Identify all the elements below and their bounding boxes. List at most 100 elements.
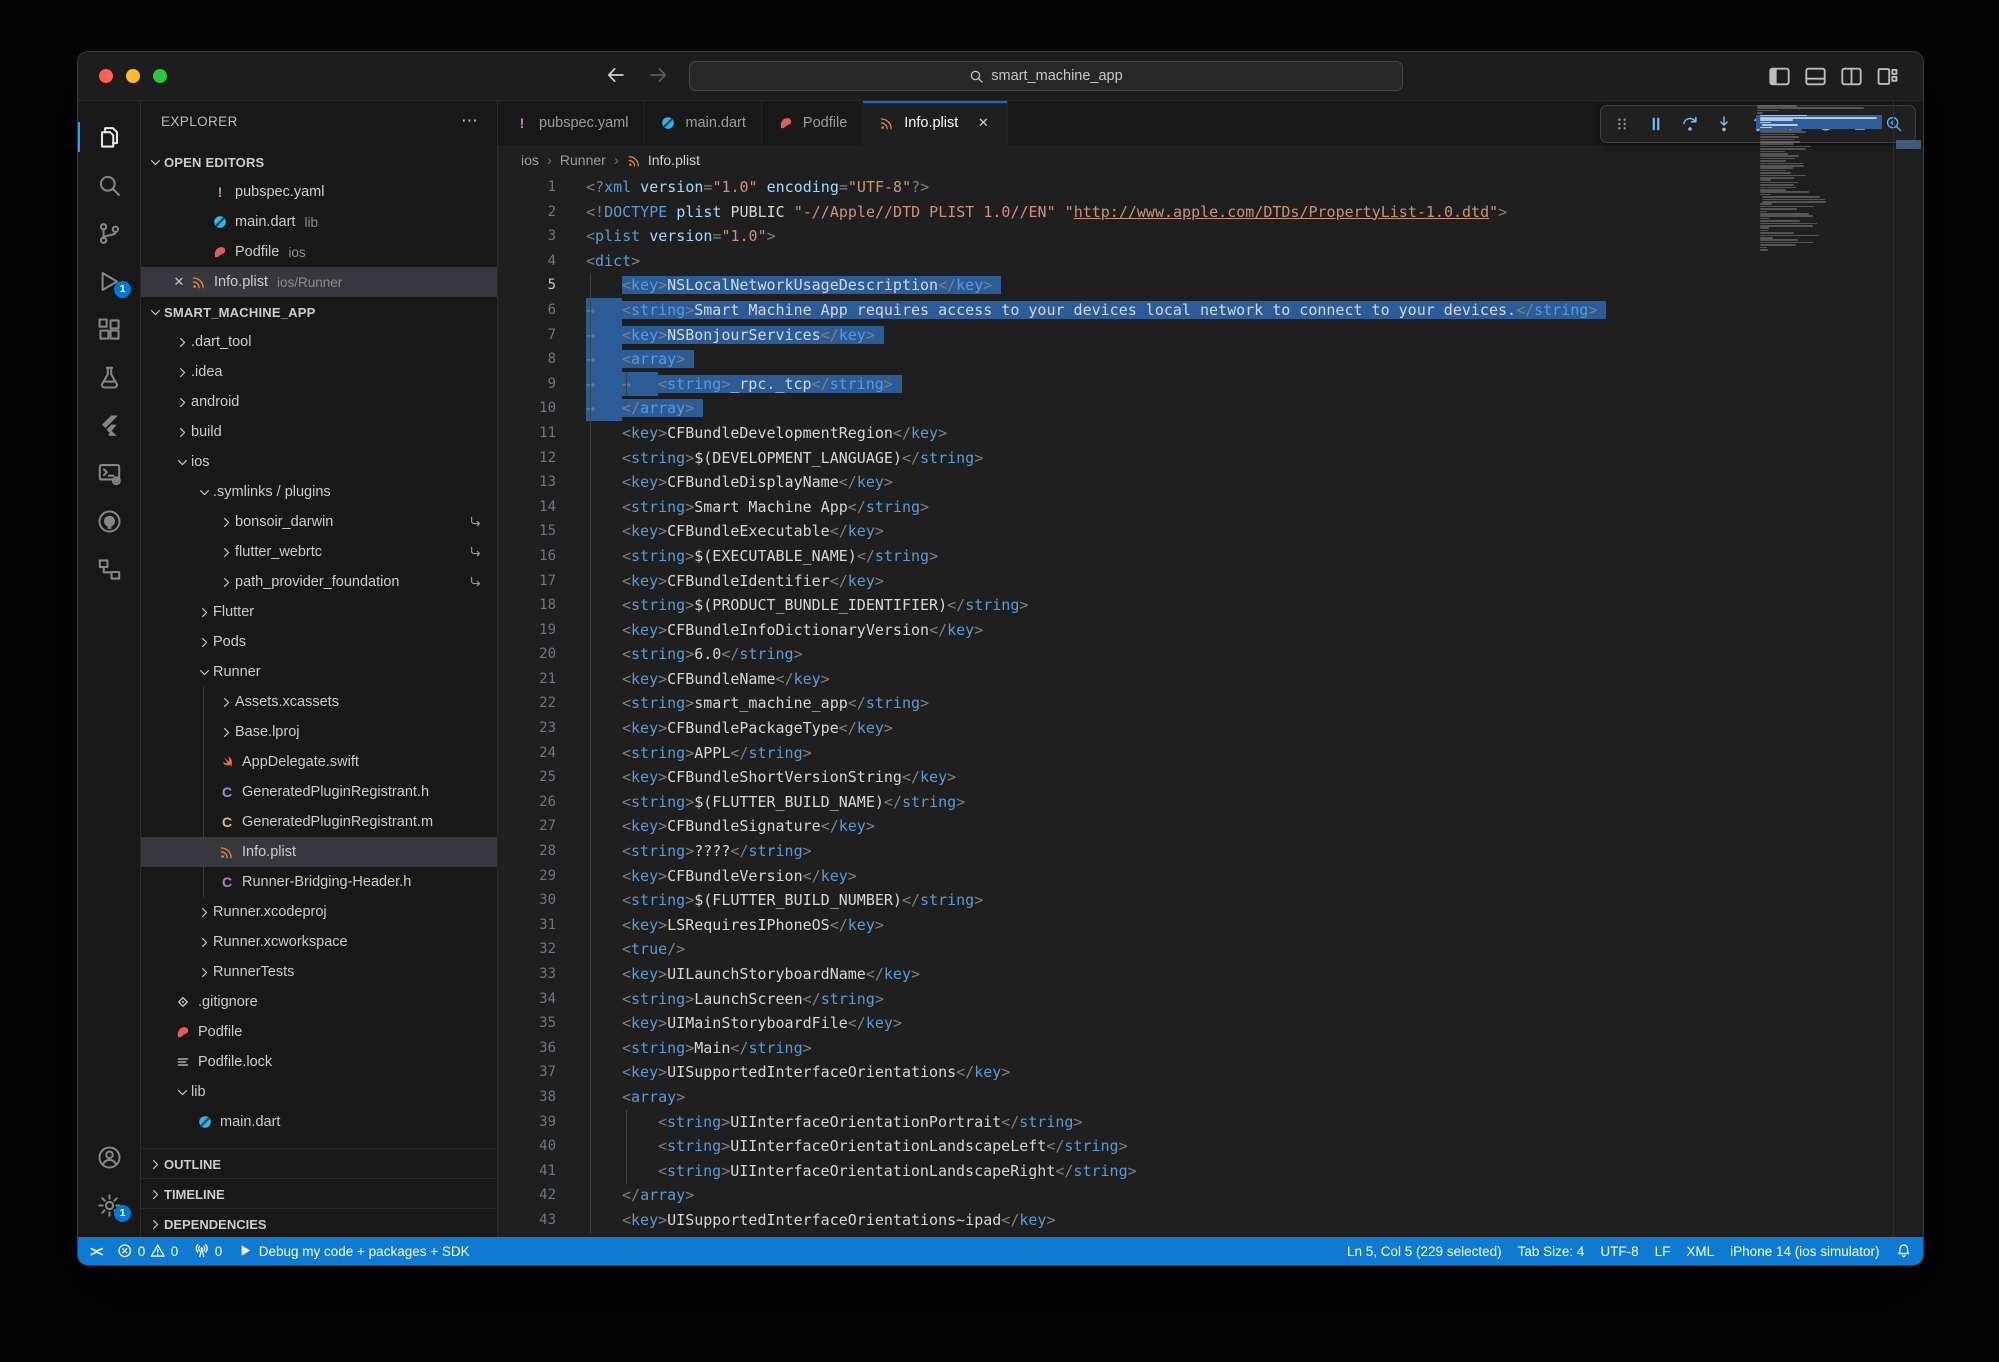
status-encoding[interactable]: UTF-8	[1600, 1237, 1638, 1265]
code-line-9[interactable]: 9→→<string>_rpc._tcp</string>	[498, 372, 1894, 397]
activity-item-settings[interactable]: 1	[78, 1181, 140, 1229]
debug-step-over-button[interactable]	[1674, 109, 1706, 139]
line-number[interactable]: 19	[498, 618, 556, 643]
tree-item-runner-bridging-header-h[interactable]: CRunner-Bridging-Header.h	[141, 867, 497, 897]
code-line-24[interactable]: 24<string>APPL</string>	[498, 741, 1894, 766]
tree-item-generatedpluginregistrant-h[interactable]: CGeneratedPluginRegistrant.h	[141, 777, 497, 807]
code-line-7[interactable]: 7→<key>NSBonjourServices</key>	[498, 323, 1894, 348]
code-line-42[interactable]: 42</array>	[498, 1183, 1894, 1208]
window-minimize-button[interactable]	[126, 69, 140, 83]
line-number[interactable]: 24	[498, 741, 556, 766]
tree-item-flutter-webrtc[interactable]: flutter_webrtc	[141, 537, 497, 567]
line-number[interactable]: 34	[498, 987, 556, 1012]
open-editor-main-dart[interactable]: main.dartlib	[141, 207, 497, 237]
line-number[interactable]: 28	[498, 839, 556, 864]
line-number[interactable]: 9	[498, 372, 556, 397]
code-line-5[interactable]: 5<key>NSLocalNetworkUsageDescription</ke…	[498, 273, 1894, 298]
tree-item-build[interactable]: build	[141, 417, 497, 447]
tree-item-info-plist[interactable]: Info.plist	[141, 837, 497, 867]
line-number[interactable]: 33	[498, 962, 556, 987]
code-line-34[interactable]: 34<string>LaunchScreen</string>	[498, 987, 1894, 1012]
breadcrumb-file[interactable]: Info.plist	[627, 152, 700, 168]
section-project-root[interactable]: SMART_MACHINE_APP	[141, 297, 497, 327]
tab-main-dart[interactable]: main.dart	[644, 101, 761, 145]
status-remote-indicator[interactable]: ><	[90, 1237, 101, 1265]
code-line-38[interactable]: 38<array>	[498, 1085, 1894, 1110]
line-number[interactable]: 7	[498, 323, 556, 348]
line-number[interactable]: 2	[498, 200, 556, 225]
code-editor[interactable]: 1<?xml version="1.0" encoding="UTF-8"?>2…	[498, 175, 1894, 1237]
activity-item-source-control[interactable]	[78, 209, 140, 257]
line-number[interactable]: 16	[498, 544, 556, 569]
debug-pause-button[interactable]	[1640, 109, 1672, 139]
status-debug-configuration[interactable]: Debug my code + packages + SDK	[238, 1237, 469, 1265]
tree-item-flutter[interactable]: Flutter	[141, 597, 497, 627]
tree-item--symlinks-plugins[interactable]: .symlinks / plugins	[141, 477, 497, 507]
tree-item--dart-tool[interactable]: .dart_tool	[141, 327, 497, 357]
line-number[interactable]: 3	[498, 224, 556, 249]
activity-item-references[interactable]	[78, 545, 140, 593]
panel-right-icon[interactable]	[1840, 65, 1863, 88]
tree-item--gitignore[interactable]: .gitignore	[141, 987, 497, 1017]
code-line-22[interactable]: 22<string>smart_machine_app</string>	[498, 691, 1894, 716]
line-number[interactable]: 30	[498, 888, 556, 913]
minimap[interactable]	[1754, 101, 1894, 1237]
tree-item-main-dart[interactable]: main.dart	[141, 1107, 497, 1137]
code-line-35[interactable]: 35<key>UIMainStoryboardFile</key>	[498, 1011, 1894, 1036]
line-number[interactable]: 12	[498, 446, 556, 471]
line-number[interactable]: 29	[498, 864, 556, 889]
tree-item-base-lproj[interactable]: Base.lproj	[141, 717, 497, 747]
window-close-button[interactable]	[99, 69, 113, 83]
activity-item-accounts[interactable]	[78, 1133, 140, 1181]
activity-item-explorer[interactable]	[78, 113, 140, 161]
line-number[interactable]: 35	[498, 1011, 556, 1036]
open-editor-podfile[interactable]: Podfileios	[141, 237, 497, 267]
activity-item-github[interactable]	[78, 497, 140, 545]
line-number[interactable]: 13	[498, 470, 556, 495]
line-number[interactable]: 32	[498, 937, 556, 962]
line-number[interactable]: 27	[498, 814, 556, 839]
line-number[interactable]: 1	[498, 175, 556, 200]
code-line-20[interactable]: 20<string>6.0</string>	[498, 642, 1894, 667]
tab-pubspec-yaml[interactable]: !pubspec.yaml	[498, 101, 644, 145]
line-number[interactable]: 26	[498, 790, 556, 815]
line-number[interactable]: 17	[498, 569, 556, 594]
tab-close-icon[interactable]: ✕	[974, 115, 992, 131]
code-line-31[interactable]: 31<key>LSRequiresIPhoneOS</key>	[498, 913, 1894, 938]
code-line-26[interactable]: 26<string>$(FLUTTER_BUILD_NAME)</string>	[498, 790, 1894, 815]
code-line-21[interactable]: 21<key>CFBundleName</key>	[498, 667, 1894, 692]
code-line-39[interactable]: 39<string>UIInterfaceOrientationPortrait…	[498, 1110, 1894, 1135]
tab-info-plist[interactable]: Info.plist✕	[863, 101, 1008, 145]
code-line-41[interactable]: 41<string>UIInterfaceOrientationLandscap…	[498, 1159, 1894, 1184]
section-timeline[interactable]: TIMELINE	[141, 1178, 497, 1209]
code-line-36[interactable]: 36<string>Main</string>	[498, 1036, 1894, 1061]
activity-item-testing[interactable]	[78, 353, 140, 401]
open-editor-info-plist[interactable]: ✕Info.plistios/Runner	[141, 267, 497, 297]
code-line-8[interactable]: 8→<array>	[498, 347, 1894, 372]
tree-item-lib[interactable]: lib	[141, 1077, 497, 1107]
panel-left-icon[interactable]	[1768, 65, 1791, 88]
code-line-29[interactable]: 29<key>CFBundleVersion</key>	[498, 864, 1894, 889]
code-line-1[interactable]: 1<?xml version="1.0" encoding="UTF-8"?>	[498, 175, 1894, 200]
status-indentation[interactable]: Tab Size: 4	[1518, 1237, 1585, 1265]
code-line-33[interactable]: 33<key>UILaunchStoryboardName</key>	[498, 962, 1894, 987]
line-number[interactable]: 25	[498, 765, 556, 790]
code-line-18[interactable]: 18<string>$(PRODUCT_BUNDLE_IDENTIFIER)</…	[498, 593, 1894, 618]
line-number[interactable]: 11	[498, 421, 556, 446]
line-number[interactable]: 23	[498, 716, 556, 741]
code-line-37[interactable]: 37<key>UISupportedInterfaceOrientations<…	[498, 1060, 1894, 1085]
tree-item-path-provider-foundation[interactable]: path_provider_foundation	[141, 567, 497, 597]
line-number[interactable]: 37	[498, 1060, 556, 1085]
line-number[interactable]: 31	[498, 913, 556, 938]
code-line-23[interactable]: 23<key>CFBundlePackageType</key>	[498, 716, 1894, 741]
line-number[interactable]: 39	[498, 1110, 556, 1135]
activity-item-devtools[interactable]	[78, 449, 140, 497]
close-editor-icon[interactable]: ✕	[168, 274, 190, 290]
editor-scrollbar[interactable]	[1893, 101, 1923, 1237]
tab-podfile[interactable]: Podfile	[762, 101, 863, 145]
code-line-14[interactable]: 14<string>Smart Machine App</string>	[498, 495, 1894, 520]
arrow-left-icon[interactable]	[605, 64, 627, 86]
status-problems[interactable]: 00	[117, 1237, 178, 1265]
section-outline[interactable]: OUTLINE	[141, 1148, 497, 1179]
code-line-40[interactable]: 40<string>UIInterfaceOrientationLandscap…	[498, 1134, 1894, 1159]
